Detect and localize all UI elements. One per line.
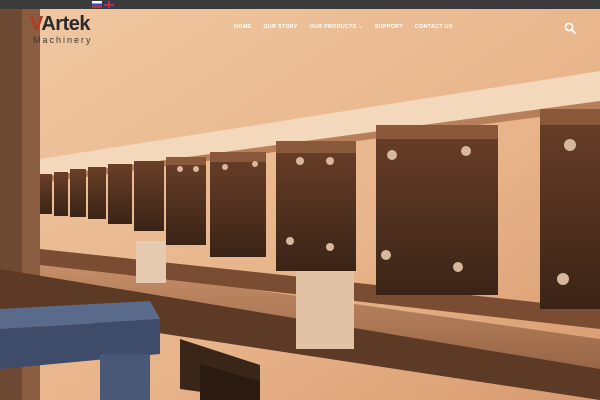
chevron-down-icon: ⌄ [358, 24, 363, 30]
logo-accent-letter: V [30, 13, 42, 35]
search-icon[interactable] [564, 22, 576, 34]
uk-flag-icon[interactable] [104, 1, 114, 8]
nav-our-story[interactable]: OUR STORY [263, 24, 297, 30]
nav-our-story-label: OUR STORY [263, 24, 298, 30]
main-nav: HOME OUR STORY OUR PRODUCTS ⌄ SUPPORT CON… [234, 24, 465, 30]
nav-contact-us[interactable]: CONTACT US [415, 24, 453, 30]
logo-subtitle: Machinery [33, 35, 93, 45]
site-header: VArtek Machinery HOME OUR STORY OUR PROD… [0, 9, 600, 49]
nav-support-label: SUPPORT [374, 24, 403, 30]
nav-support[interactable]: SUPPORT [375, 24, 403, 30]
logo-brand-text: Artek [41, 13, 90, 35]
nav-our-products-label: OUR PRODUCTS [309, 24, 357, 30]
nav-home-label: HOME [234, 24, 252, 30]
language-bar [0, 0, 600, 9]
russia-flag-icon[interactable] [92, 1, 102, 8]
logo-wordmark: VArtek [30, 13, 90, 35]
nav-contact-us-label: CONTACT US [414, 24, 453, 30]
hero-image [0, 9, 600, 400]
nav-home[interactable]: HOME [234, 24, 251, 30]
nav-our-products[interactable]: OUR PRODUCTS ⌄ [310, 24, 363, 30]
vartek-logo[interactable]: VArtek Machinery [30, 13, 110, 53]
